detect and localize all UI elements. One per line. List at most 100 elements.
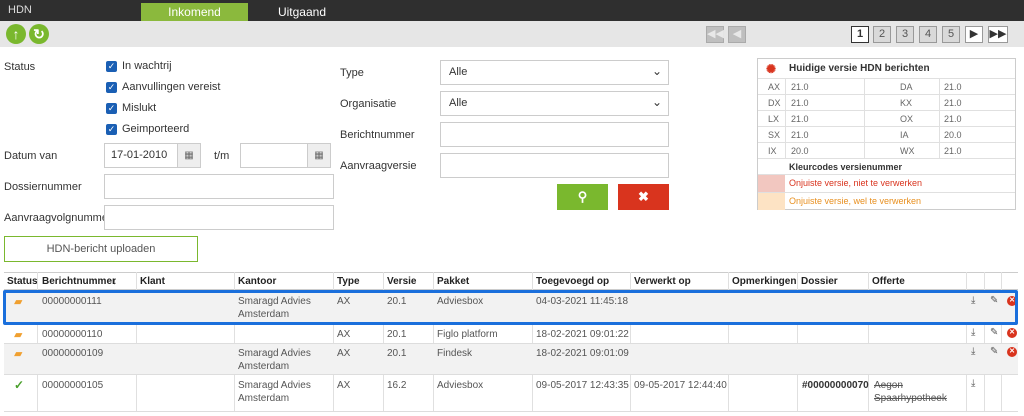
type-select-value: Alle (449, 66, 468, 78)
version-key: WX (900, 146, 915, 156)
chevron-down-icon: ⌄ (651, 64, 662, 78)
cell-type: AX (337, 329, 351, 340)
app-title: HDN (8, 4, 32, 16)
calendar-icon[interactable]: ▦ (307, 143, 331, 168)
tab-inkomend[interactable]: Inkomend (141, 3, 248, 21)
checkbox-label-in-wachtrij: In wachtrij (122, 60, 172, 72)
dossier-input[interactable] (104, 174, 334, 199)
color-legend-title: Kleurcodes versienummer (789, 162, 903, 172)
clear-button[interactable]: ✖ (618, 184, 669, 210)
page-button-4[interactable]: 4 (919, 26, 937, 43)
version-row: SX 21.0 IA 20.0 (758, 126, 1015, 142)
col-toegevoegd[interactable]: Toegevoegd op (536, 276, 609, 287)
col-opmerkingen[interactable]: Opmerkingen (732, 276, 796, 287)
folder-icon: ▰ (14, 348, 23, 360)
col-kantoor[interactable]: Kantoor (238, 276, 276, 287)
type-label: Type (340, 67, 364, 79)
col-type[interactable]: Type (337, 276, 360, 287)
table-row[interactable]: ✓ 00000000105 Smaragd Advies Amsterdam A… (4, 375, 1018, 412)
cell-toegevoegd: 18-02-2021 09:01:09 (536, 348, 629, 359)
prev-page-button[interactable]: ◀ (728, 26, 746, 43)
type-select[interactable]: Alle ⌄ (440, 60, 669, 85)
request-version-input[interactable] (440, 153, 669, 178)
version-key: OX (900, 114, 914, 124)
next-page-button[interactable]: ▶ (965, 26, 983, 43)
table-row[interactable]: ▰ 00000000110 AX 20.1 Figlo platform 18-… (4, 325, 1018, 344)
message-number-input[interactable] (440, 122, 669, 147)
cell-toegevoegd: 18-02-2021 09:01:22 (536, 329, 629, 340)
version-value: 21.0 (791, 130, 809, 140)
checkbox-mislukt[interactable]: ✓ (106, 103, 117, 114)
checkmark-icon: ✓ (14, 378, 25, 392)
version-value: 21.0 (791, 114, 809, 124)
version-value: 21.0 (944, 98, 962, 108)
version-key: IX (768, 146, 777, 156)
checkbox-geimporteerd[interactable]: ✓ (106, 124, 117, 135)
download-icon[interactable]: ⤓ (971, 378, 975, 389)
download-icon[interactable]: ⤓ (971, 327, 975, 338)
gear-icon: ✺ (766, 62, 777, 76)
legend-ok-text: Onjuiste versie, wel te verwerken (789, 196, 922, 206)
version-key: AX (768, 82, 781, 92)
col-versie[interactable]: Versie (387, 276, 416, 287)
page-button-1[interactable]: 1 (851, 26, 869, 43)
version-row: IX 20.0 WX 21.0 (758, 142, 1015, 158)
version-key: IA (900, 130, 909, 140)
search-button[interactable]: ⚲ (557, 184, 608, 210)
legend-wrong-swatch (758, 175, 785, 192)
legend-ok-swatch (758, 193, 785, 210)
col-status[interactable]: Status (7, 276, 38, 287)
checkbox-aanvullingen-vereist[interactable]: ✓ (106, 82, 117, 93)
date-from-input[interactable]: 17-01-2010 (104, 143, 178, 168)
toolbar: ↑ ↻ ◀◀ ◀ 1 2 3 4 5 ▶ ▶▶ (0, 21, 1024, 47)
page-button-5[interactable]: 5 (942, 26, 960, 43)
date-to-input[interactable] (240, 143, 308, 168)
color-legend-header: Kleurcodes versienummer (758, 158, 1015, 174)
version-key: DA (900, 82, 913, 92)
col-pakket[interactable]: Pakket (437, 276, 469, 287)
delete-icon[interactable]: ✕ (1007, 347, 1017, 357)
col-verwerkt[interactable]: Verwerkt op (634, 276, 691, 287)
organisation-select[interactable]: Alle ⌄ (440, 91, 669, 116)
sort-down-icon[interactable]: ↓ (112, 276, 117, 287)
col-offerte[interactable]: Offerte (872, 276, 905, 287)
refresh-icon[interactable]: ↻ (29, 24, 49, 44)
version-panel: ✺ Huidige versie HDN berichten AX 21.0 D… (757, 58, 1016, 210)
checkbox-in-wachtrij[interactable]: ✓ (106, 61, 117, 72)
version-grid-line (785, 78, 786, 158)
row-highlight-frame (3, 290, 1018, 325)
version-row: DX 21.0 KX 21.0 (758, 94, 1015, 110)
version-key: DX (768, 98, 781, 108)
col-berichtnummer[interactable]: Berichtnummer (42, 276, 116, 287)
request-number-input[interactable] (104, 205, 334, 230)
version-grid-line (864, 78, 865, 158)
edit-icon[interactable]: ✎ (990, 346, 998, 357)
delete-icon[interactable]: ✕ (1007, 328, 1017, 338)
cell-versie: 20.1 (387, 329, 407, 340)
folder-icon: ▰ (14, 329, 23, 341)
upload-arrow-icon[interactable]: ↑ (6, 24, 26, 44)
col-dossier[interactable]: Dossier (801, 276, 838, 287)
version-panel-title: Huidige versie HDN berichten (789, 63, 930, 74)
version-value: 21.0 (791, 82, 809, 92)
last-page-button[interactable]: ▶▶ (988, 26, 1008, 43)
cell-kantoor-line2: Amsterdam (238, 361, 290, 372)
legend-wrong-row: Onjuiste versie, niet te verwerken (758, 174, 1015, 192)
cell-kantoor-line1: Smaragd Advies (238, 348, 311, 359)
page-button-2[interactable]: 2 (873, 26, 891, 43)
cell-berichtnummer: 00000000110 (42, 329, 103, 340)
edit-icon[interactable]: ✎ (990, 327, 998, 338)
cell-dossier-link[interactable]: #00000000070 (802, 380, 869, 391)
calendar-icon[interactable]: ▦ (177, 143, 201, 168)
cell-berichtnummer: 00000000105 (42, 380, 104, 391)
table-row[interactable]: ▰ 00000000109 Smaragd Advies Amsterdam A… (4, 344, 1018, 375)
cell-berichtnummer: 00000000109 (42, 348, 104, 359)
tab-uitgaand-mislukt[interactable]: Uitgaand mislukt (262, 3, 342, 37)
upload-hdn-button[interactable]: HDN-bericht uploaden (4, 236, 198, 262)
col-klant[interactable]: Klant (140, 276, 165, 287)
download-icon[interactable]: ⤓ (971, 346, 975, 357)
page-button-3[interactable]: 3 (896, 26, 914, 43)
cell-kantoor-line2: Amsterdam (238, 393, 290, 404)
first-page-button[interactable]: ◀◀ (706, 26, 724, 43)
cell-pakket: Findesk (437, 348, 473, 359)
